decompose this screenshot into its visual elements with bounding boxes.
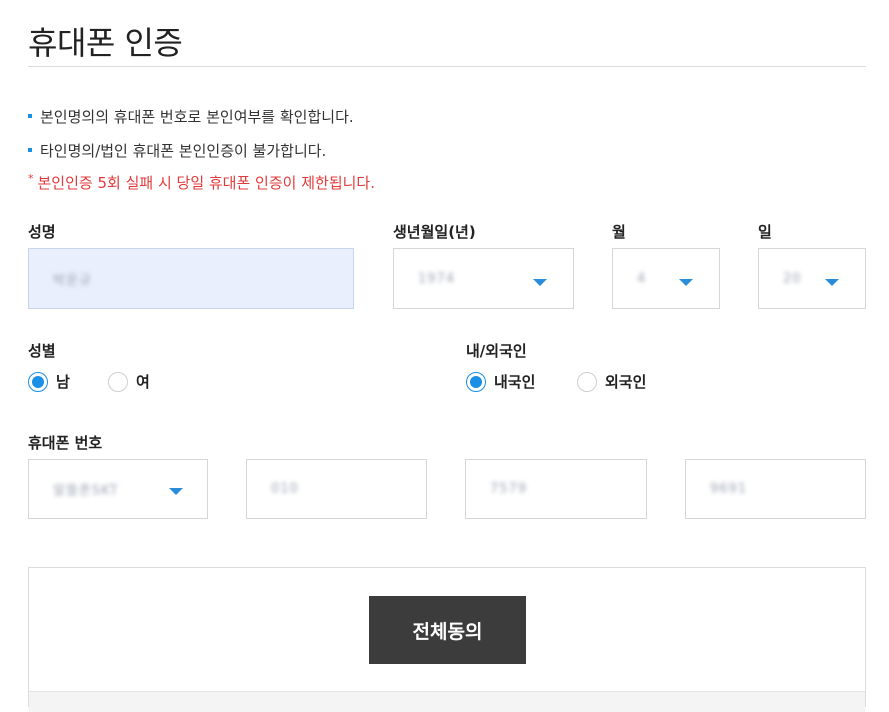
notice-text: 본인명의의 휴대폰 번호로 본인여부를 확인합니다. [40, 108, 354, 126]
birth-year-label: 생년월일(년) [393, 223, 476, 241]
bullet-icon [28, 147, 32, 152]
agreement-list-strip [29, 691, 865, 712]
birth-month-value: 4 [637, 271, 647, 286]
radio-checked-icon [466, 371, 486, 392]
agreement-panel: 전체동의 [28, 567, 866, 712]
chevron-down-icon [679, 279, 693, 286]
page-title: 휴대폰 인증 [28, 24, 183, 62]
radio-unchecked-icon [577, 371, 597, 392]
gender-option-male[interactable]: 남 [28, 371, 70, 392]
radio-unchecked-icon [108, 371, 128, 392]
notice-2: 타인명의/법인 휴대폰 본인인증이 불가합니다. [28, 140, 326, 161]
chevron-down-icon [533, 279, 547, 286]
birth-year-value: 1974 [418, 271, 456, 286]
agree-all-button[interactable]: 전체동의 [369, 596, 526, 664]
birth-month-label: 월 [612, 223, 626, 241]
notice-text: 타인명의/법인 휴대폰 본인인증이 불가합니다. [40, 142, 327, 160]
nationality-option-foreign[interactable]: 외국인 [577, 371, 646, 392]
birth-day-label: 일 [758, 223, 772, 241]
nationality-domestic-label: 내국인 [494, 373, 536, 391]
birth-day-select[interactable]: 20 [758, 248, 866, 309]
gender-male-label: 남 [56, 373, 70, 391]
gender-label: 성별 [28, 342, 56, 360]
nationality-label: 내/외국인 [466, 342, 527, 360]
warning-notice: * 본인인증 5회 실패 시 당일 휴대폰 인증이 제한됩니다. [28, 172, 375, 193]
chevron-down-icon [825, 279, 839, 286]
phone-part1-input[interactable]: 010 [246, 459, 427, 519]
phone-part1-value: 010 [271, 481, 299, 497]
name-value: 박운규 [53, 273, 92, 288]
phone-part2-value: 7579 [490, 481, 528, 497]
birth-month-select[interactable]: 4 [612, 248, 720, 309]
name-input[interactable]: 박운규 [28, 248, 354, 309]
carrier-select[interactable]: 알뜰폰SKT [28, 459, 208, 519]
gender-female-label: 여 [136, 373, 150, 391]
chevron-down-icon [169, 488, 183, 495]
nationality-foreign-label: 외국인 [605, 373, 647, 391]
phone-part3-input[interactable]: 9691 [685, 459, 866, 519]
radio-checked-icon [28, 371, 48, 392]
birth-day-value: 20 [783, 271, 802, 286]
name-label: 성명 [28, 223, 56, 241]
phone-part2-input[interactable]: 7579 [465, 459, 647, 519]
phone-label: 휴대폰 번호 [28, 434, 103, 452]
nationality-option-domestic[interactable]: 내국인 [466, 371, 535, 392]
warning-text: 본인인증 5회 실패 시 당일 휴대폰 인증이 제한됩니다. [37, 174, 376, 192]
birth-year-select[interactable]: 1974 [393, 248, 574, 309]
gender-option-female[interactable]: 여 [108, 371, 150, 392]
phone-part3-value: 9691 [710, 481, 748, 497]
carrier-value: 알뜰폰SKT [53, 483, 119, 499]
title-divider [28, 66, 866, 67]
asterisk-icon: * [28, 172, 34, 185]
bullet-icon [28, 113, 32, 118]
notice-1: 본인명의의 휴대폰 번호로 본인여부를 확인합니다. [28, 106, 354, 127]
